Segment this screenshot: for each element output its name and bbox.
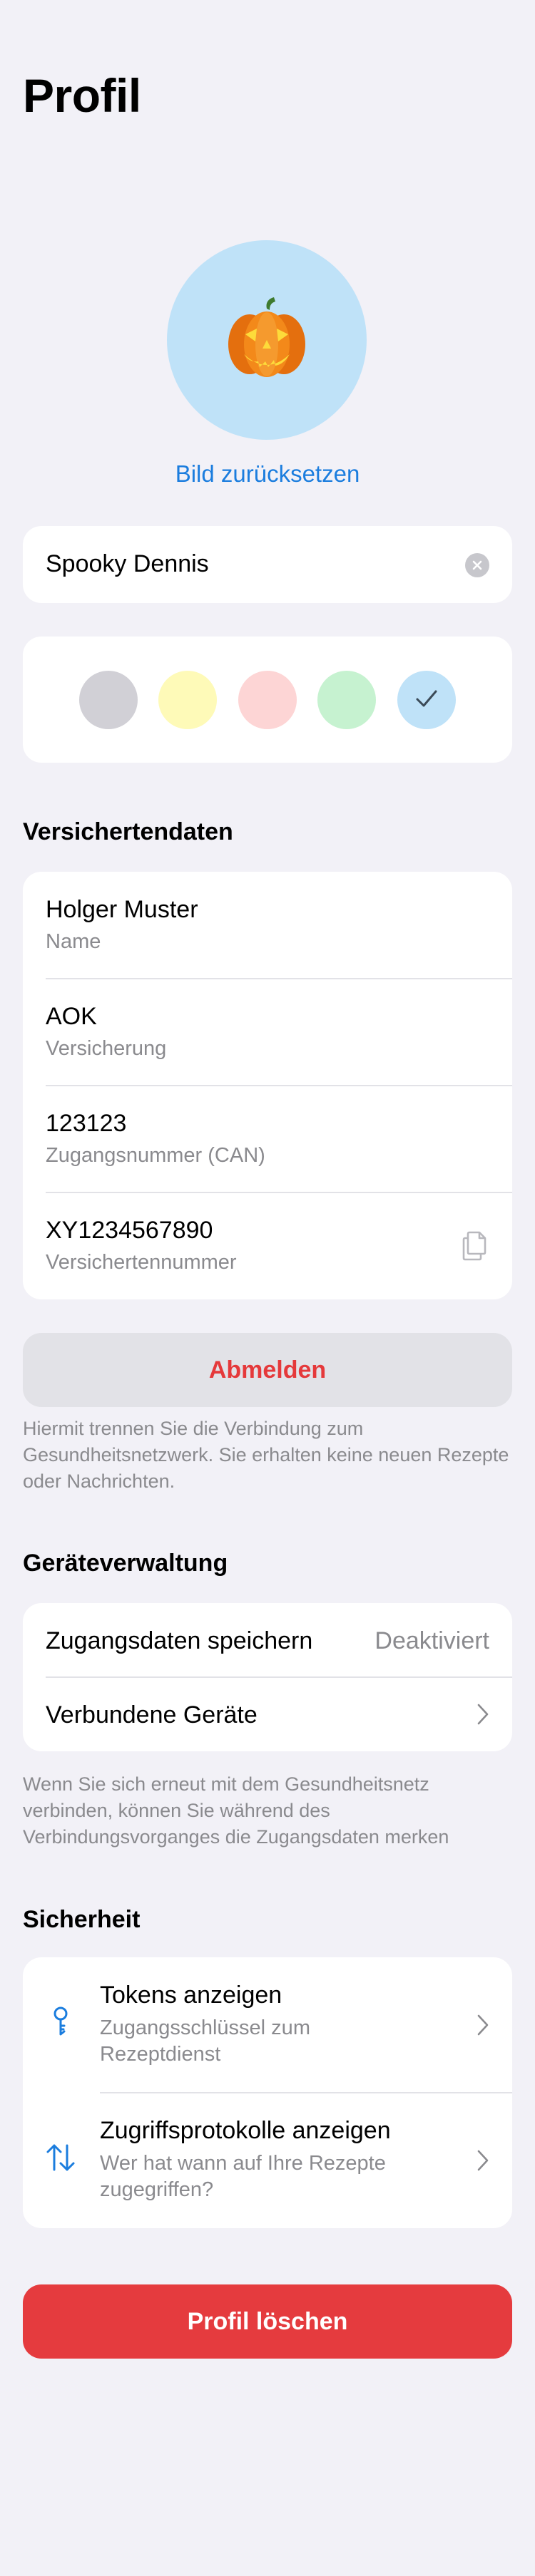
name-field-card[interactable]: Spooky Dennis: [23, 526, 512, 603]
connected-devices-label: Verbundene Geräte: [46, 1701, 258, 1729]
access-logs-title: Zugriffsprotokolle anzeigen: [100, 2117, 391, 2144]
save-credentials-row[interactable]: Zugangsdaten speichern Deaktiviert: [23, 1603, 512, 1677]
connected-devices-row[interactable]: Verbundene Geräte: [23, 1677, 512, 1751]
insurance-value: XY1234567890: [46, 1217, 213, 1244]
insurance-label: Zugangsnummer (CAN): [46, 1144, 265, 1167]
color-swatch-green[interactable]: [317, 671, 376, 729]
devices-card: Zugangsdaten speichern Deaktiviert Verbu…: [23, 1603, 512, 1751]
security-heading: Sicherheit: [23, 1906, 141, 1933]
color-picker: [23, 637, 512, 763]
show-tokens-subtitle: Zugangsschlüssel zum Rezeptdienst: [100, 2016, 310, 2066]
devices-footnote: Wenn Sie sich erneut mit dem Gesundheits…: [23, 1773, 449, 1848]
color-swatch-yellow[interactable]: [158, 671, 217, 729]
insurance-label: Versichertennummer: [46, 1251, 237, 1274]
pumpkin-icon: [221, 293, 312, 388]
logout-button[interactable]: Abmelden: [23, 1333, 512, 1407]
chevron-right-icon: [477, 2149, 489, 2175]
logout-footnote: Hiermit trennen Sie die Verbindung zum G…: [23, 1418, 509, 1492]
insurance-label: Name: [46, 930, 101, 953]
show-tokens-row[interactable]: Tokens anzeigen Zugangsschlüssel zum Rez…: [23, 1957, 512, 2093]
color-swatch-grey[interactable]: [79, 671, 138, 729]
checkmark-icon: [415, 689, 438, 712]
insurance-row-number: XY1234567890 Versichertennummer: [23, 1192, 512, 1299]
chevron-right-icon: [477, 2014, 489, 2040]
insurance-row-name: Holger Muster Name: [23, 872, 512, 979]
key-icon: [44, 2006, 77, 2039]
reset-image-link[interactable]: Bild zurücksetzen: [0, 460, 535, 488]
chevron-right-icon: [477, 1703, 489, 1729]
insurance-value: Holger Muster: [46, 896, 198, 923]
access-logs-subtitle: Wer hat wann auf Ihre Rezepte zugegriffe…: [100, 2152, 386, 2201]
save-credentials-label: Zugangsdaten speichern: [46, 1627, 313, 1654]
insurance-value: AOK: [46, 1003, 97, 1030]
security-card: Tokens anzeigen Zugangsschlüssel zum Rez…: [23, 1957, 512, 2228]
access-logs-row[interactable]: Zugriffsprotokolle anzeigen Wer hat wann…: [23, 2093, 512, 2228]
clear-icon[interactable]: [465, 553, 489, 577]
devices-heading: Geräteverwaltung: [23, 1550, 228, 1577]
name-input[interactable]: Spooky Dennis: [46, 550, 209, 578]
insurance-card: Holger Muster Name AOK Versicherung 1231…: [23, 872, 512, 1299]
insurance-row-company: AOK Versicherung: [23, 979, 512, 1086]
show-tokens-title: Tokens anzeigen: [100, 1982, 282, 2009]
avatar[interactable]: [167, 240, 367, 440]
copy-icon[interactable]: [461, 1230, 489, 1266]
page-title: Profil: [23, 69, 141, 122]
delete-profile-button[interactable]: Profil löschen: [23, 2284, 512, 2359]
insurance-heading: Versichertendaten: [23, 818, 233, 845]
insurance-row-can: 123123 Zugangsnummer (CAN): [23, 1086, 512, 1192]
color-swatch-blue[interactable]: [397, 671, 456, 729]
arrows-up-down-icon: [44, 2141, 77, 2174]
color-swatch-red[interactable]: [238, 671, 297, 729]
insurance-label: Versicherung: [46, 1037, 167, 1060]
save-credentials-value: Deaktiviert: [374, 1627, 489, 1654]
insurance-value: 123123: [46, 1110, 127, 1137]
